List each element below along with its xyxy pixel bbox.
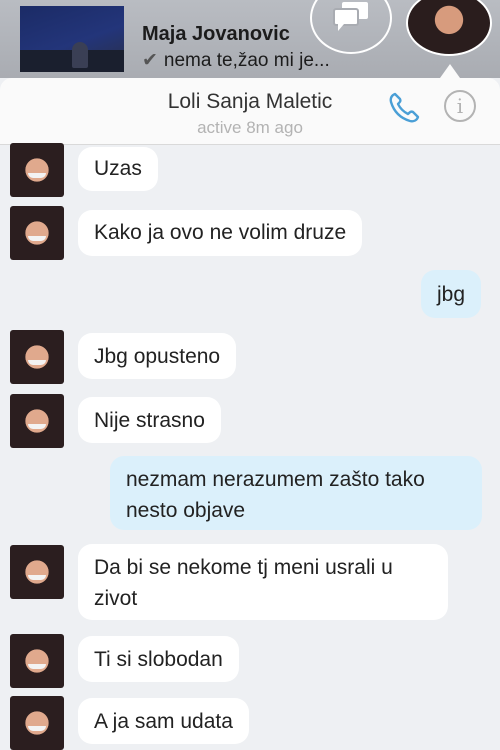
sender-photo [20,6,124,72]
notification-text: nema te,žao mi je... [163,50,330,71]
chat-head-avatar[interactable] [406,0,492,56]
contact-avatar[interactable] [10,394,64,448]
check-icon: ✔ [142,50,158,71]
message-bubble-received[interactable]: Nije strasno [78,397,221,443]
contact-avatar[interactable] [10,143,64,197]
message-bubble-received[interactable]: Ti si slobodan [78,636,239,682]
notification-sender: Maja Jovanovic [142,23,290,45]
message-text-line: zivot [94,587,138,610]
chat-heads-button[interactable] [310,0,392,54]
chat-head-pointer [440,64,460,78]
message-text: Kako ja ovo ne volim druze [94,221,347,244]
contact-status: active 8m ago [197,118,303,137]
contact-avatar[interactable] [10,330,64,384]
message-text: Uzas [94,157,142,180]
message-text: Ti si slobodan [94,648,223,671]
message-bubble-received[interactable]: Uzas [78,147,158,191]
message-text: Jbg opusteno [94,345,221,368]
message-bubble-received[interactable]: Da bi se nekome tj meni usrali u zivot [78,544,448,620]
message-text-line: Da bi se nekome tj meni usrali u [94,556,393,579]
message-text-line: nesto objave [126,499,246,522]
info-icon[interactable]: i [444,90,476,122]
message-text: A ja sam udata [94,710,233,733]
notification-banner[interactable]: Maja Jovanovic ✔ nema te,žao mi je... [0,0,500,78]
message-bubble-received[interactable]: Kako ja ovo ne volim druze [78,210,363,256]
contact-avatar[interactable] [10,206,64,260]
message-text: Nije strasno [94,409,205,432]
contact-name[interactable]: Loli Sanja Maletic [0,90,500,114]
contact-avatar[interactable] [10,634,64,688]
message-text: jbg [437,283,466,306]
message-bubble-sent[interactable]: nezmam nerazumem zašto tako nesto objave [110,456,482,530]
notification-message: ✔ nema te,žao mi je... [142,49,330,72]
phone-icon[interactable] [386,90,422,126]
message-text-line: nezmam nerazumem zašto tako [126,468,425,491]
chat-bubbles-icon [333,2,368,31]
message-bubble-received[interactable]: A ja sam udata [78,698,249,744]
message-bubble-received[interactable]: Jbg opusteno [78,333,237,379]
conversation-header: Loli Sanja Maletic active 8m ago i [0,78,500,145]
contact-avatar[interactable] [10,545,64,599]
contact-avatar[interactable] [10,696,64,750]
message-bubble-sent[interactable]: jbg [421,270,482,318]
